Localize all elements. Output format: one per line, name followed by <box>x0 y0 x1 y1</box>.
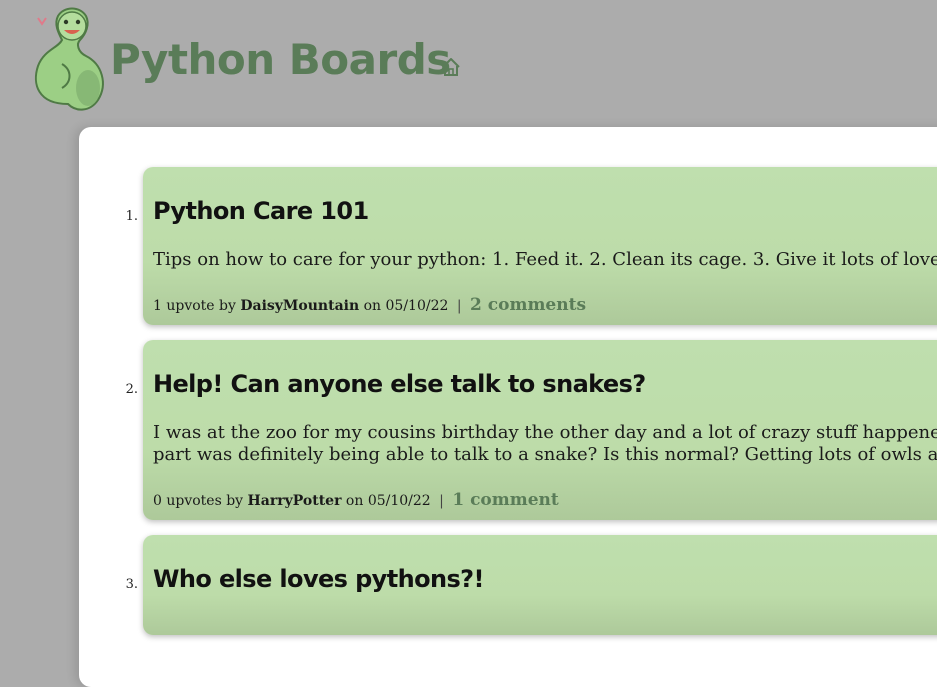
post-body-line: part was definitely being able to talk t… <box>153 444 937 465</box>
post-card[interactable]: 3. Who else loves pythons?! <box>126 535 937 635</box>
post-meta: 1 upvote by DaisyMountain on 05/10/22 | … <box>153 295 586 315</box>
site-title-link[interactable]: Python Boards <box>110 30 451 90</box>
post-meta: 0 upvotes by HarryPotter on 05/10/22 | 1… <box>153 490 559 510</box>
post-card[interactable]: 1. Python Care 101 Tips on how to care f… <box>126 167 937 325</box>
meta-separator: | <box>439 493 444 509</box>
comments-link[interactable]: 1 comment <box>452 490 558 510</box>
date-prefix: on <box>345 493 364 509</box>
date-prefix: on <box>363 298 382 314</box>
post-author[interactable]: DaisyMountain <box>240 298 359 314</box>
post-body: Tips on how to care for your python: 1. … <box>153 249 937 270</box>
upvote-count: 1 upvote by <box>153 298 236 314</box>
post-number: 1. <box>125 209 138 224</box>
post-date: 05/10/22 <box>385 298 449 314</box>
home-icon[interactable] <box>440 56 462 78</box>
comments-link[interactable]: 2 comments <box>470 295 586 315</box>
post-date: 05/10/22 <box>367 493 431 509</box>
meta-separator: | <box>456 298 462 314</box>
snake-mascot-icon[interactable] <box>28 4 112 120</box>
post-title[interactable]: Help! Can anyone else talk to snakes? <box>153 370 646 398</box>
post-title[interactable]: Python Care 101 <box>153 197 369 225</box>
post-number: 2. <box>125 382 138 397</box>
post-author[interactable]: HarryPotter <box>248 493 342 509</box>
post-body-line: I was at the zoo for my cousins birthday… <box>153 422 937 443</box>
site-header: Python Boards <box>0 0 937 125</box>
post-number: 3. <box>125 577 138 592</box>
post-card[interactable]: 2. Help! Can anyone else talk to snakes?… <box>126 340 937 520</box>
upvote-count: 0 upvotes by <box>153 493 244 509</box>
post-title[interactable]: Who else loves pythons?! <box>153 565 484 593</box>
